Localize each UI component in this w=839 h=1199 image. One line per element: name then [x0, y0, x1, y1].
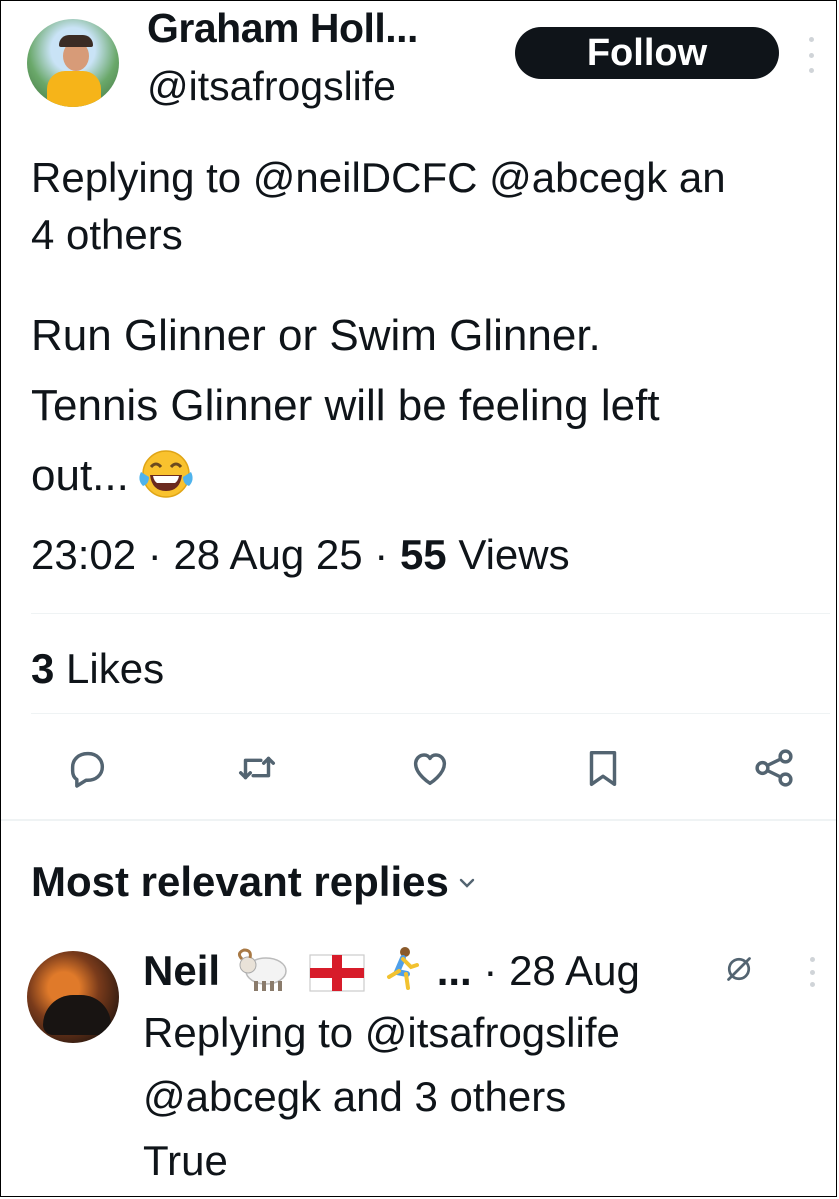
avatar-shirt [47, 71, 101, 107]
bookmark-icon[interactable] [580, 745, 626, 791]
reply-replying-others[interactable]: @abcegk and 3 others [143, 1065, 833, 1129]
section-divider [1, 819, 836, 821]
retweet-icon[interactable] [234, 745, 280, 791]
runner-icon [381, 945, 423, 1009]
reply-author-name[interactable]: Neil [143, 947, 220, 994]
tweet-text-line: Run Glinner or Swim Glinner. [31, 311, 601, 360]
replies-sort-dropdown[interactable]: Most relevant replies [31, 847, 477, 911]
likes-summary[interactable]: 3 Likes [31, 641, 164, 697]
replying-mentions[interactable]: @neilDCFC @abcegk an [253, 154, 726, 201]
author-display-name[interactable]: Graham Holl... [147, 5, 418, 52]
reply-date[interactable]: 28 Aug [509, 947, 640, 994]
tweet-header: Graham Holl... @itsafrogslife Follow [1, 1, 836, 121]
tweet-date[interactable]: 28 Aug 25 [173, 531, 362, 578]
avatar-cap [59, 35, 93, 47]
like-icon[interactable] [407, 745, 453, 791]
replying-prefix: Replying to [31, 154, 242, 201]
reply-author-avatar[interactable] [27, 951, 119, 1043]
divider [31, 713, 830, 714]
ram-icon [234, 947, 294, 1009]
tweet-text-line: out... [31, 451, 129, 500]
author-handle[interactable]: @itsafrogslife [147, 63, 396, 110]
likes-count: 3 [31, 645, 55, 692]
tweet-text: Run Glinner or Swim Glinner. Tennis Glin… [31, 301, 831, 521]
views-label: Views [458, 531, 570, 578]
reply-header: Neil ... · 28 Aug [143, 941, 640, 1009]
replying-others[interactable]: 4 others [31, 206, 836, 263]
chevron-down-icon [457, 847, 477, 905]
avatar-dog [43, 995, 111, 1035]
likes-label: Likes [66, 645, 165, 692]
grok-icon[interactable] [721, 951, 757, 987]
views-count: 55 [399, 531, 447, 578]
author-avatar[interactable] [27, 19, 119, 107]
reply-replying-to[interactable]: Replying to @itsafrogslife [143, 1001, 833, 1065]
share-icon[interactable] [751, 745, 797, 791]
reply-icon[interactable] [64, 745, 110, 791]
reply-more-options-icon[interactable] [807, 957, 817, 987]
divider [31, 613, 830, 614]
more-options-icon[interactable] [805, 37, 817, 73]
tweet-text-line: Tennis Glinner will be feeling left [31, 381, 660, 430]
reply-text: True [143, 1137, 228, 1184]
reply-body: Replying to @itsafrogslife @abcegk and 3… [143, 1001, 833, 1193]
replying-to: Replying to @neilDCFC @abcegk an 4 other… [31, 149, 836, 263]
replies-sort-label: Most relevant replies [31, 858, 449, 905]
tweet-meta: 23:02 · 28 Aug 25 · 55 Views [31, 531, 570, 578]
face-with-tears-of-joy-icon [137, 448, 195, 521]
follow-button[interactable]: Follow [515, 27, 779, 79]
tweet-time[interactable]: 23:02 [31, 531, 136, 578]
england-flag-icon [309, 949, 365, 1009]
name-truncation: ... [436, 947, 472, 994]
tweet-detail-view: Graham Holl... @itsafrogslife Follow Rep… [0, 0, 837, 1197]
